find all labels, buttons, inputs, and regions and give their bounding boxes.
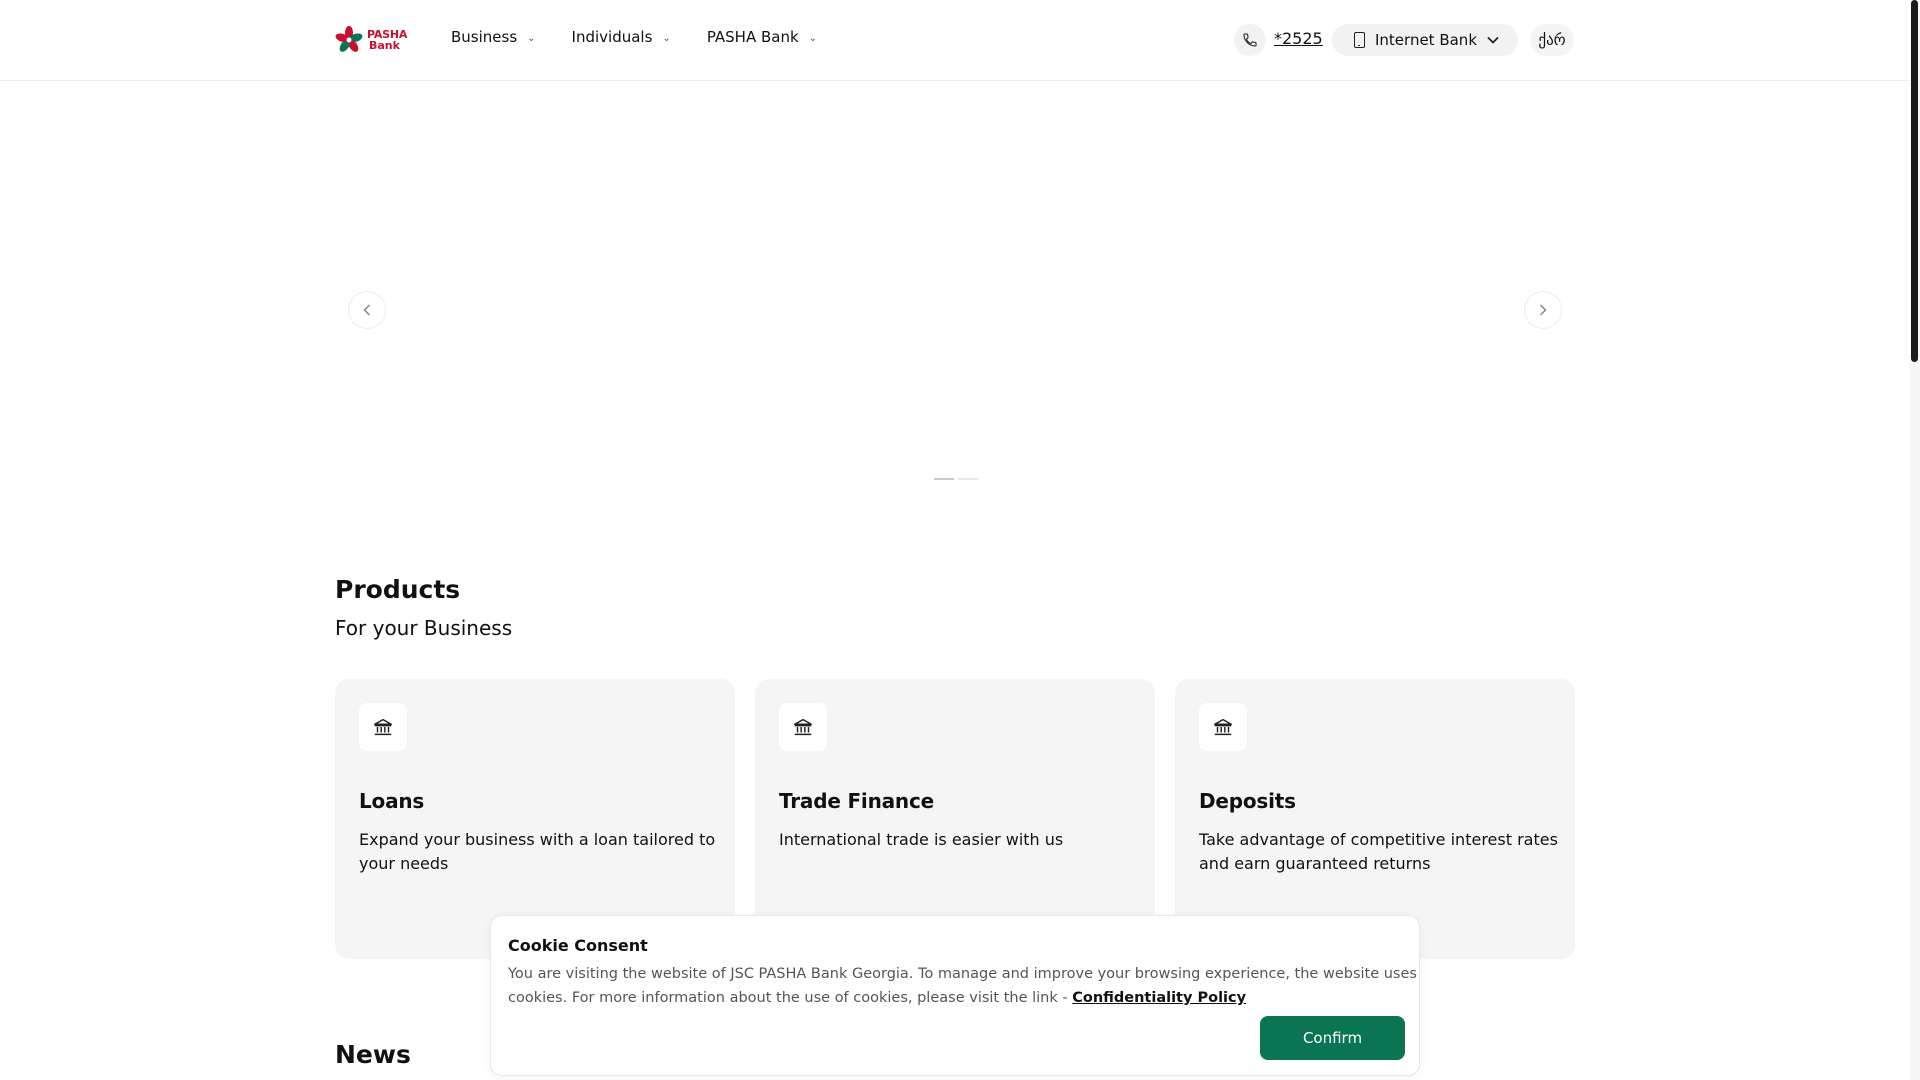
carousel-prev-button[interactable]	[348, 291, 386, 329]
carousel-dot-1[interactable]	[934, 478, 954, 480]
internet-bank-label: Internet Bank	[1375, 31, 1478, 49]
nav-item-label: PASHA Bank	[706, 28, 799, 46]
nav-item-label: Business	[451, 28, 518, 46]
language-switcher[interactable]: ქარ	[1530, 24, 1574, 56]
card-title: Loans	[359, 789, 425, 813]
chevron-down-icon: ⌄	[662, 32, 671, 44]
phone-number-link[interactable]: *2525	[1274, 29, 1323, 48]
card-description: Expand your business with a loan tailore…	[359, 830, 716, 873]
bank-building-icon	[359, 703, 407, 751]
card-title: Deposits	[1199, 789, 1296, 813]
mobile-icon	[1354, 32, 1365, 48]
pasha-flower-icon	[335, 26, 363, 52]
confirm-button[interactable]: Confirm	[1260, 1016, 1405, 1060]
phone-icon	[1243, 33, 1257, 47]
site-header: PASHA Bank Business ⌄ Individuals ⌄ PASH…	[0, 0, 1910, 81]
cookie-consent-banner: Cookie Consent You are visiting the webs…	[490, 915, 1420, 1076]
cookie-body-text: You are visiting the website of JSC PASH…	[508, 966, 1417, 1006]
card-description: Take advantage of competitive interest r…	[1199, 830, 1558, 873]
chevron-down-icon: ⌄	[808, 32, 818, 44]
cookie-title: Cookie Consent	[508, 936, 648, 955]
scrollbar-thumb[interactable]	[1911, 0, 1918, 362]
pasha-bank-logo[interactable]: PASHA Bank	[335, 24, 407, 56]
carousel-pagination	[934, 478, 978, 480]
nav-item-individuals[interactable]: Individuals ⌄	[572, 28, 671, 46]
nav-item-label: Individuals	[571, 28, 653, 46]
bank-building-icon	[779, 703, 827, 751]
card-description: International trade is easier with us	[779, 830, 1064, 849]
nav-item-pasha-bank[interactable]: PASHA Bank ⌄	[707, 28, 817, 46]
news-heading: News	[335, 1040, 411, 1069]
chevron-down-icon	[1487, 36, 1499, 44]
logo-text-bank: Bank	[369, 39, 400, 52]
chevron-left-icon	[363, 304, 371, 316]
products-heading: Products	[335, 575, 461, 604]
chevron-down-icon: ⌄	[527, 32, 536, 44]
chevron-right-icon	[1539, 304, 1547, 316]
internet-bank-dropdown[interactable]: Internet Bank	[1332, 24, 1518, 56]
main-nav: Business ⌄ Individuals ⌄ PASHA Bank ⌄	[451, 28, 853, 46]
confidentiality-policy-link[interactable]: Confidentiality Policy	[1072, 990, 1246, 1006]
cookie-text: You are visiting the website of JSC PASH…	[508, 962, 1418, 1010]
phone-button[interactable]	[1234, 24, 1266, 56]
card-title: Trade Finance	[779, 789, 934, 813]
bank-building-icon	[1199, 703, 1247, 751]
products-subheading: For your Business	[335, 616, 513, 640]
nav-item-business[interactable]: Business ⌄	[451, 28, 536, 46]
carousel-dot-2[interactable]	[958, 478, 978, 480]
carousel-next-button[interactable]	[1524, 291, 1562, 329]
